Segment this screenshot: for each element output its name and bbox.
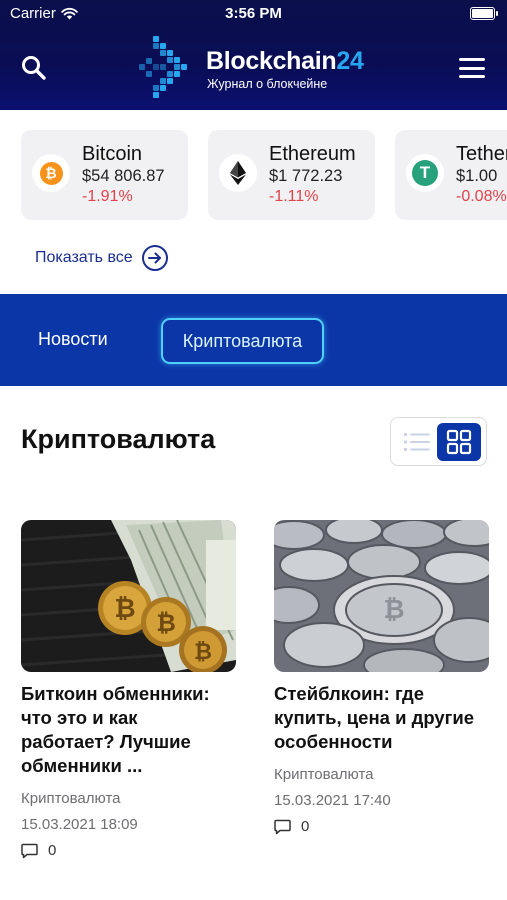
coin-card-ethereum[interactable]: Ethereum $1 772.23 -1.11%: [208, 130, 375, 220]
coin-change: -1.11%: [269, 188, 319, 205]
svg-text:₿: ₿: [156, 609, 176, 637]
category-tabs: Новости Криптовалюта: [0, 294, 507, 386]
comment-count: 0: [301, 818, 310, 835]
article-category[interactable]: Криптовалюта: [274, 766, 489, 783]
article-image-bitcoin-coins[interactable]: ₿ ₿ ₿: [21, 520, 236, 672]
section-title: Криптовалюта: [21, 424, 216, 454]
svg-text:₿: ₿: [194, 640, 212, 665]
search-icon: [22, 56, 46, 80]
coin-price: $1 772.23: [269, 167, 343, 185]
coin-change: -1.91%: [82, 188, 133, 205]
comment-icon: [21, 843, 38, 858]
coin-price: $1.00: [456, 167, 498, 185]
svg-text:₿: ₿: [114, 594, 135, 624]
brand-logo[interactable]: Blockchain24 Журнал о блокчейне: [133, 34, 383, 104]
article-image-silver-coins[interactable]: ₿: [274, 520, 489, 672]
tab-crypto[interactable]: Криптовалюта: [161, 318, 324, 364]
article-date: 15.03.2021 17:40: [274, 792, 391, 809]
article-card[interactable]: ₿ Стейблкоин: где купить, цена и другие …: [274, 520, 489, 835]
coin-price: $54 806.87: [82, 167, 165, 185]
coin-carousel[interactable]: ₿ Bitcoin $54 806.87 -1.91% Ethereum $1 …: [21, 130, 507, 220]
blockchain-logo-icon: [139, 36, 187, 98]
grid-view-icon: [446, 429, 472, 455]
search-button[interactable]: [20, 54, 48, 82]
coin-ticker: ₿ Bitcoin $54 806.87 -1.91% Ethereum $1 …: [0, 110, 507, 294]
coin-change: -0.08%: [456, 188, 507, 205]
bitcoin-icon: ₿: [39, 161, 63, 185]
menu-button[interactable]: [459, 58, 485, 78]
brand-tagline: Журнал о блокчейне: [207, 77, 328, 91]
hamburger-menu-icon: [459, 58, 485, 61]
comment-icon: [274, 819, 291, 834]
comment-count: 0: [48, 842, 57, 859]
article-title[interactable]: Стейблкоин: где купить, цена и другие ос…: [274, 682, 489, 754]
svg-text:₿: ₿: [383, 595, 404, 625]
tether-icon: T: [412, 160, 438, 186]
article-title[interactable]: Биткоин обменники: что это и как работае…: [21, 682, 236, 778]
tab-news[interactable]: Новости: [38, 318, 108, 364]
article-card[interactable]: ₿ ₿ ₿ Биткоин обменники: что это и как р…: [21, 520, 236, 859]
status-bar: Carrier 3:56 PM: [0, 0, 507, 28]
coin-card-bitcoin[interactable]: ₿ Bitcoin $54 806.87 -1.91%: [21, 130, 188, 220]
list-view-icon[interactable]: [404, 432, 430, 452]
coin-name: Bitcoin: [82, 143, 143, 165]
show-all-label: Показать все: [35, 249, 133, 266]
ethereum-icon: [230, 161, 246, 185]
brand-name-main: Blockchain: [206, 47, 337, 75]
app-header: Carrier 3:56 PM Blockchain24 Журнал о бл…: [0, 0, 507, 110]
arrow-right-circle-icon: [141, 245, 168, 271]
article-comments[interactable]: 0: [274, 818, 489, 835]
article-category[interactable]: Криптовалюта: [21, 790, 236, 807]
coin-name: Ethereum: [269, 143, 356, 165]
article-date: 15.03.2021 18:09: [21, 816, 138, 833]
show-all-link[interactable]: Показать все: [35, 245, 168, 271]
battery-icon: [470, 7, 498, 20]
clock: 3:56 PM: [225, 5, 282, 22]
coin-name: Tether: [456, 143, 507, 165]
brand-name-accent: 24: [336, 47, 364, 75]
view-mode-toggle: [390, 417, 487, 466]
article-comments[interactable]: 0: [21, 842, 236, 859]
coin-card-tether[interactable]: T Tether $1.00 -0.08%: [395, 130, 507, 220]
grid-view-button[interactable]: [437, 423, 481, 461]
brand-name: Blockchain24: [206, 47, 364, 76]
